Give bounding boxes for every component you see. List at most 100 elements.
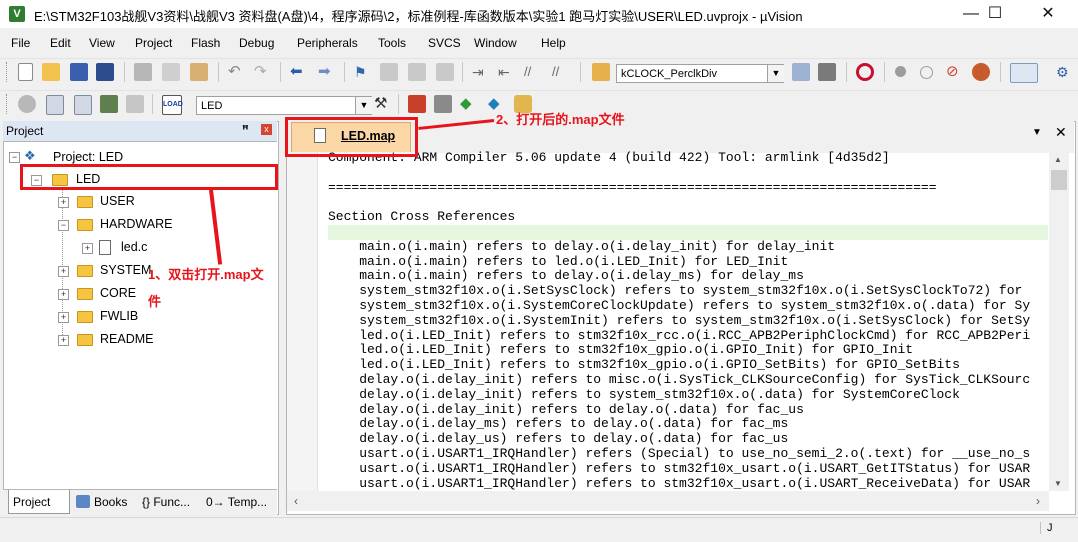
find-in-files-icon[interactable] bbox=[592, 63, 610, 81]
menu-file[interactable]: File bbox=[11, 36, 30, 50]
code-line[interactable]: system_stm32f10x.o(i.SetSysClock) refers… bbox=[328, 283, 1048, 299]
chevron-down-icon[interactable]: ▼ bbox=[355, 97, 372, 114]
expand-icon[interactable]: + bbox=[58, 289, 69, 300]
open-folder-icon[interactable] bbox=[42, 63, 60, 81]
menu-peripherals[interactable]: Peripherals bbox=[297, 36, 358, 50]
tab-functions[interactable]: {} Func... bbox=[142, 490, 190, 514]
menu-flash[interactable]: Flash bbox=[191, 36, 220, 50]
unindent-icon[interactable]: ⇤ bbox=[498, 63, 516, 81]
expand-icon[interactable]: + bbox=[58, 197, 69, 208]
code-line[interactable]: usart.o(i.USART1_IRQHandler) refers to s… bbox=[328, 461, 1048, 477]
code-line[interactable]: delay.o(i.delay_init) refers to system_s… bbox=[328, 387, 1048, 403]
find-combo[interactable]: kCLOCK_PerclkDiv bbox=[616, 64, 784, 83]
tree-project-root[interactable]: Project: LED bbox=[53, 150, 123, 164]
close-editor-icon[interactable]: ✕ bbox=[1055, 124, 1067, 141]
window-layout-icon[interactable] bbox=[1010, 63, 1038, 83]
disable-breakpoints-icon[interactable]: ⊘ bbox=[946, 63, 964, 81]
build-icon[interactable] bbox=[46, 95, 64, 115]
map-file-content[interactable]: Component: ARM Compiler 5.06 update 4 (b… bbox=[328, 150, 1048, 492]
collapse-icon[interactable]: − bbox=[58, 220, 69, 231]
tab-list-dropdown-icon[interactable]: ▼ bbox=[1032, 127, 1042, 138]
breakpoint-icon[interactable] bbox=[895, 66, 906, 77]
code-line[interactable] bbox=[328, 195, 1048, 210]
next-bookmark-icon[interactable] bbox=[408, 63, 426, 81]
batch-build-icon[interactable] bbox=[100, 95, 118, 113]
indent-icon[interactable]: ⇥ bbox=[472, 63, 490, 81]
code-line[interactable]: main.o(i.main) refers to led.o(i.LED_Ini… bbox=[328, 254, 1048, 270]
code-line[interactable]: usart.o(i.USART1_IRQHandler) refers to s… bbox=[328, 476, 1048, 492]
target-select[interactable]: LED bbox=[196, 96, 372, 115]
menu-debug[interactable]: Debug bbox=[239, 36, 274, 50]
navigate-back-icon[interactable]: ⬅ bbox=[290, 63, 308, 81]
find-icon[interactable] bbox=[792, 63, 810, 81]
chevron-down-icon[interactable]: ▼ bbox=[767, 65, 784, 82]
clear-bookmarks-icon[interactable] bbox=[436, 63, 454, 81]
menu-window[interactable]: Window bbox=[474, 36, 517, 50]
rebuild-icon[interactable] bbox=[74, 95, 92, 115]
new-file-icon[interactable] bbox=[18, 63, 33, 81]
code-line[interactable]: delay.o(i.delay_init) refers to misc.o(i… bbox=[328, 372, 1048, 388]
code-line[interactable]: system_stm32f10x.o(i.SystemCoreClockUpda… bbox=[328, 298, 1048, 314]
vertical-scrollbar[interactable] bbox=[1049, 153, 1069, 491]
collapse-icon[interactable]: − bbox=[9, 152, 20, 163]
run-time-environment-icon[interactable]: ◆ bbox=[460, 95, 478, 113]
code-line[interactable]: ========================================… bbox=[328, 180, 1048, 196]
download-icon[interactable]: LOAD bbox=[162, 95, 183, 115]
close-icon[interactable]: x bbox=[261, 124, 272, 135]
comment-icon[interactable]: // bbox=[524, 63, 542, 81]
manage-project-items-icon[interactable] bbox=[408, 95, 426, 113]
code-line[interactable]: delay.o(i.delay_init) refers to delay.o(… bbox=[328, 402, 1048, 418]
menu-tools[interactable]: Tools bbox=[378, 36, 406, 50]
copy-icon[interactable] bbox=[162, 63, 180, 81]
tab-templates[interactable]: 0→ Temp... bbox=[206, 490, 267, 514]
scroll-up-icon[interactable]: ▲ bbox=[1054, 155, 1062, 164]
code-line[interactable]: led.o(i.LED_Init) refers to stm32f10x_gp… bbox=[328, 357, 1048, 373]
translate-icon[interactable] bbox=[18, 95, 36, 113]
expand-icon[interactable]: + bbox=[58, 266, 69, 277]
uncomment-icon[interactable]: // bbox=[552, 63, 570, 81]
code-line[interactable] bbox=[328, 166, 1048, 181]
menu-help[interactable]: Help bbox=[541, 36, 566, 50]
cut-icon[interactable] bbox=[134, 63, 152, 81]
code-line[interactable]: Component: ARM Compiler 5.06 update 4 (b… bbox=[328, 150, 1048, 166]
maximize-button[interactable]: ☐ bbox=[972, 0, 1018, 28]
code-line[interactable]: led.o(i.LED_Init) refers to stm32f10x_rc… bbox=[328, 328, 1048, 344]
kill-breakpoints-icon[interactable] bbox=[972, 63, 990, 81]
save-all-icon[interactable] bbox=[96, 63, 114, 81]
menu-view[interactable]: View bbox=[89, 36, 115, 50]
code-line[interactable]: main.o(i.main) refers to delay.o(i.delay… bbox=[328, 239, 1048, 255]
menu-svcs[interactable]: SVCS bbox=[428, 36, 461, 50]
target-options-icon[interactable]: ⚒ bbox=[374, 95, 392, 113]
code-line[interactable]: led.o(i.LED_Init) refers to stm32f10x_gp… bbox=[328, 343, 1048, 358]
code-line[interactable] bbox=[328, 225, 1048, 240]
tree-group-user[interactable]: USER bbox=[100, 194, 135, 208]
redo-icon[interactable]: ↷ bbox=[254, 63, 272, 81]
horizontal-scrollbar[interactable] bbox=[287, 491, 1049, 511]
tree-group-readme[interactable]: README bbox=[100, 332, 153, 346]
code-line[interactable]: delay.o(i.delay_us) refers to delay.o(.d… bbox=[328, 431, 1048, 447]
save-icon[interactable] bbox=[70, 63, 88, 81]
scroll-right-icon[interactable]: › bbox=[1036, 494, 1040, 508]
tree-group-system[interactable]: SYSTEM bbox=[100, 263, 151, 277]
expand-icon[interactable]: + bbox=[58, 312, 69, 323]
expand-icon[interactable]: + bbox=[58, 335, 69, 346]
incremental-find-icon[interactable] bbox=[818, 63, 836, 81]
expand-icon[interactable]: + bbox=[82, 243, 93, 254]
prev-bookmark-icon[interactable] bbox=[380, 63, 398, 81]
tree-file-led-c[interactable]: led.c bbox=[121, 240, 147, 254]
enable-breakpoint-icon[interactable] bbox=[920, 66, 933, 79]
menu-project[interactable]: Project bbox=[135, 36, 172, 50]
tree-group-fwlib[interactable]: FWLIB bbox=[100, 309, 138, 323]
vertical-scroll-thumb[interactable] bbox=[1051, 170, 1067, 190]
scroll-left-icon[interactable]: ‹ bbox=[294, 494, 298, 508]
code-line[interactable]: system_stm32f10x.o(i.SystemInit) refers … bbox=[328, 313, 1048, 329]
bookmark-icon[interactable]: ⚑ bbox=[354, 63, 372, 81]
paste-icon[interactable] bbox=[190, 63, 208, 81]
scroll-down-icon[interactable]: ▼ bbox=[1054, 479, 1062, 488]
close-window-button[interactable]: ✕ bbox=[1025, 0, 1071, 28]
tree-group-core[interactable]: CORE bbox=[100, 286, 136, 300]
configure-icon[interactable]: ⚙ bbox=[1056, 63, 1074, 81]
tree-group-hardware[interactable]: HARDWARE bbox=[100, 217, 172, 231]
undo-icon[interactable]: ↶ bbox=[228, 63, 246, 81]
debug-session-icon[interactable] bbox=[856, 63, 874, 81]
